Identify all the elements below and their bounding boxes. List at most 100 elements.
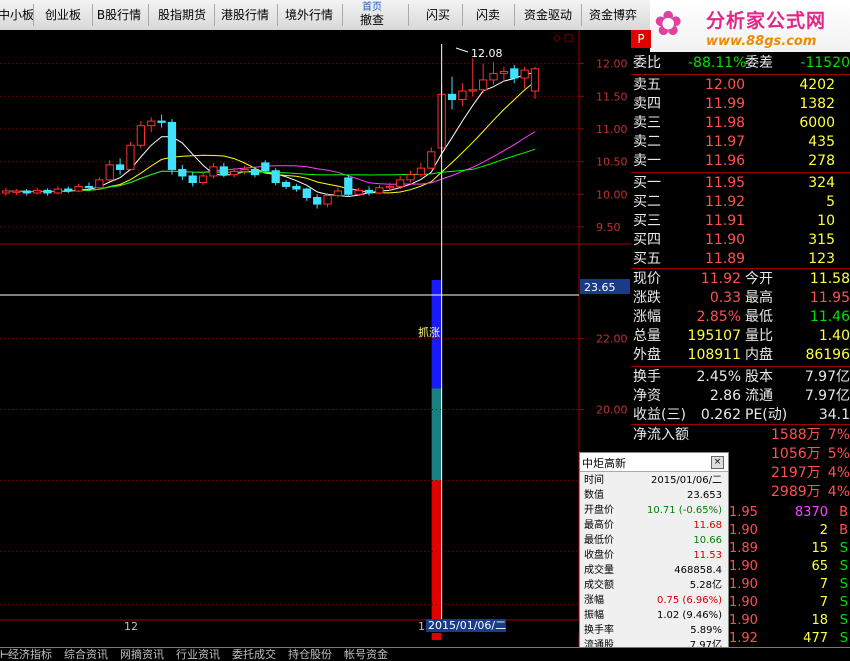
ask-row[interactable]: 卖四 11.99 1382 bbox=[631, 95, 850, 114]
candle-body bbox=[64, 188, 73, 192]
ask-price: 11.97 bbox=[705, 134, 746, 150]
quote-value: 108911 bbox=[687, 347, 741, 363]
candle-body bbox=[188, 175, 197, 184]
fundamental-label: 换手 bbox=[633, 369, 661, 385]
ask-volume: 4202 bbox=[799, 77, 835, 93]
weibi-value: -88.11% bbox=[688, 55, 747, 71]
candle-body bbox=[458, 90, 467, 101]
fundamental-value: 2.86 bbox=[709, 388, 741, 404]
candle-body bbox=[32, 189, 42, 194]
pane-markers[interactable]: ◇ □ bbox=[553, 33, 573, 44]
popup-row: 涨幅 0.75 (6.96%) bbox=[582, 593, 724, 608]
quote-value: 11.92 bbox=[700, 271, 741, 287]
quote-value: 11.46 bbox=[809, 309, 850, 325]
price-tick-label: 9.50 bbox=[596, 221, 621, 234]
candle-body bbox=[520, 69, 529, 79]
quote-label: 总量 bbox=[633, 328, 661, 344]
corner-mark[interactable]: P bbox=[631, 30, 651, 48]
divider bbox=[631, 268, 850, 269]
bid-row[interactable]: 买一 11.95 324 bbox=[631, 174, 850, 193]
tick-price: 1.92 bbox=[729, 631, 758, 646]
cursor-date-label: 2015/01/06/二 bbox=[428, 619, 506, 632]
bottom-tab[interactable]: 经济指标 bbox=[8, 649, 52, 660]
ask-price: 11.98 bbox=[705, 115, 746, 131]
bid-price: 11.92 bbox=[705, 194, 746, 210]
toolbar-hk-quotes[interactable]: 港股行情 bbox=[218, 0, 272, 30]
popup-row: 换手率 5.89% bbox=[582, 623, 724, 638]
toolbar-cancel-query[interactable]: 首页 撤查 bbox=[348, 0, 396, 30]
toolbar-flash-sell[interactable]: 闪卖 bbox=[468, 0, 508, 30]
popup-row-value: 23.653 bbox=[687, 490, 722, 501]
bid-row[interactable]: 买四 11.90 315 bbox=[631, 231, 850, 250]
quote-value: 1.40 bbox=[818, 328, 850, 344]
popup-row-value: 2015/01/06/二 bbox=[650, 475, 722, 486]
bottom-tab[interactable]: 行业资讯 bbox=[176, 649, 220, 660]
toolbar-separator bbox=[342, 4, 343, 26]
ask-level-label: 卖二 bbox=[633, 134, 661, 150]
candle-body bbox=[126, 144, 135, 170]
toolbar-gem-board[interactable]: 创业板 bbox=[40, 0, 86, 30]
toolbar-b-share[interactable]: B股行情 bbox=[96, 0, 142, 30]
fundamental-row: 净资 2.86 流通 7.97亿 bbox=[631, 387, 850, 406]
tick-price: 1.90 bbox=[729, 559, 758, 574]
candle-body bbox=[12, 190, 21, 193]
price-tick-label: 11.00 bbox=[596, 123, 628, 136]
tick-list[interactable]: 1.95 8370 B 1.90 2 B 1.89 15 S 1.90 65 S… bbox=[727, 504, 850, 647]
candle-body bbox=[313, 197, 322, 205]
bid-row[interactable]: 买三 11.91 10 bbox=[631, 212, 850, 231]
bid-level-label: 买二 bbox=[633, 194, 661, 210]
bottom-tab[interactable]: 网摘资讯 bbox=[120, 649, 164, 660]
bottom-tab[interactable]: 委托成交 bbox=[232, 649, 276, 660]
candle-body bbox=[1, 190, 11, 194]
close-icon[interactable]: × bbox=[711, 456, 724, 469]
candle-body bbox=[178, 168, 187, 177]
toolbar-flash-buy[interactable]: 闪买 bbox=[418, 0, 458, 30]
toolbar-label: 创业板 bbox=[44, 8, 81, 22]
fundamental-row: 换手 2.45% 股本 7.97亿 bbox=[631, 368, 850, 387]
toolbar-fund-game[interactable]: 资金博弈 bbox=[585, 0, 641, 30]
cursor-value-label: 23.65 bbox=[584, 281, 616, 294]
candle-body bbox=[157, 120, 166, 123]
ask-row[interactable]: 卖二 11.97 435 bbox=[631, 133, 850, 152]
toolbar-fund-drive[interactable]: 资金驱动 bbox=[520, 0, 576, 30]
popup-row: 收盘价 11.53 bbox=[582, 548, 724, 563]
popup-titlebar[interactable]: 中炬高新 × bbox=[580, 453, 728, 472]
bid-row[interactable]: 买二 11.92 5 bbox=[631, 193, 850, 212]
toolbar-label: 资金博弈 bbox=[588, 8, 637, 22]
ask-row[interactable]: 卖三 11.98 6000 bbox=[631, 114, 850, 133]
ask-level-label: 卖三 bbox=[633, 115, 661, 131]
ask-row[interactable]: 卖五 12.00 4202 bbox=[631, 76, 850, 95]
toolbar-separator bbox=[33, 4, 34, 26]
toolbar-index-futures[interactable]: 股指期货 bbox=[154, 0, 210, 30]
bottom-tab[interactable]: 综合资讯 bbox=[64, 649, 108, 660]
fundamental-label: 股本 bbox=[745, 369, 773, 385]
candle-body bbox=[344, 177, 353, 195]
candle-body bbox=[167, 121, 177, 170]
tick-volume: 7 bbox=[819, 595, 828, 610]
bid-row[interactable]: 买五 11.89 123 bbox=[631, 250, 850, 269]
candle-body bbox=[115, 164, 125, 170]
toolbar-sme-board[interactable]: 中小板 bbox=[0, 0, 34, 30]
bid-price: 11.90 bbox=[705, 232, 746, 248]
toolbar-label: 闪买 bbox=[425, 8, 450, 22]
quote-label: 今开 bbox=[745, 271, 773, 287]
fundamental-label: 收益(三) bbox=[633, 407, 686, 423]
quote-row: 总量 195107 量比 1.40 bbox=[631, 327, 850, 346]
popup-row-label: 振幅 bbox=[584, 610, 604, 621]
ask-row[interactable]: 卖一 11.96 278 bbox=[631, 152, 850, 171]
bottom-tab-bar: ⊢ 经济指标 综合资讯 网摘资讯 行业资讯 委托成交 持仓股份 帐号资金 bbox=[0, 647, 850, 660]
quote-panel: 委比 -88.11% 委差 -11520 卖五 12.00 4202 卖四 11… bbox=[631, 52, 850, 507]
flower-logo-icon: ✿ bbox=[654, 4, 683, 44]
quote-row: 外盘 108911 内盘 86196 bbox=[631, 346, 850, 365]
toolbar-overseas-quotes[interactable]: 境外行情 bbox=[282, 0, 336, 30]
popup-row-label: 开盘价 bbox=[584, 505, 614, 516]
bottom-tab[interactable]: 帐号资金 bbox=[344, 649, 388, 660]
bottom-tab[interactable]: 持仓股份 bbox=[288, 649, 332, 660]
bid-volume: 315 bbox=[808, 232, 835, 248]
flow-percent: 5% bbox=[827, 446, 850, 462]
kline-chart-area[interactable]: 12.00 11.50 11.00 10.50 10.00 9.50 22.00 20.00… bbox=[0, 30, 631, 647]
quote-label: 涨幅 bbox=[633, 309, 661, 325]
popup-row: 时间 2015/01/06/二 bbox=[582, 473, 724, 488]
candle-body bbox=[499, 70, 509, 74]
bar-info-popup[interactable]: 中炬高新 × 时间 2015/01/06/二 数值 23.653 开盘价 10.… bbox=[579, 452, 729, 654]
